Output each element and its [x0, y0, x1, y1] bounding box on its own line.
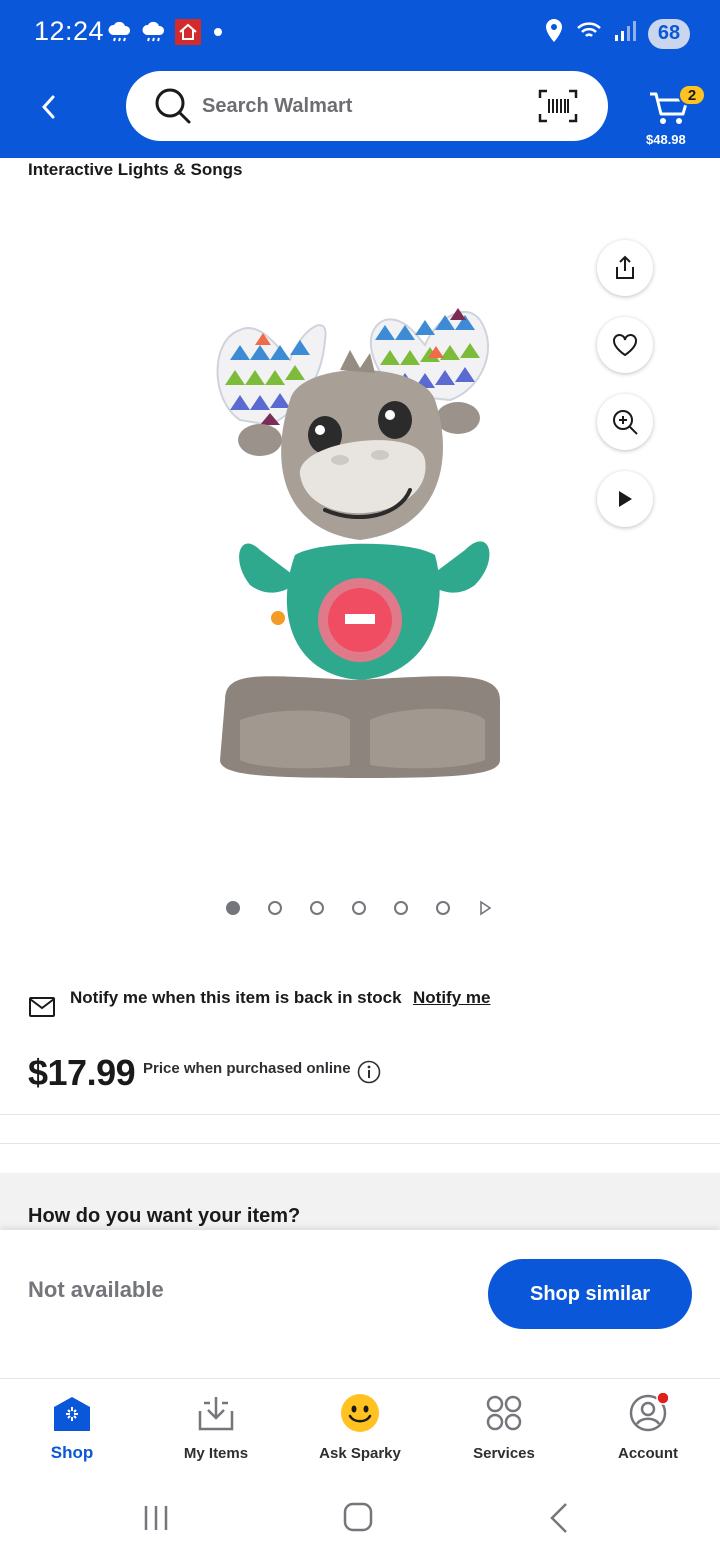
- search-input[interactable]: Search Walmart: [202, 95, 352, 118]
- product-page: 12:24 68 Search Walmart 2 $48.98 Interac…: [0, 0, 720, 1560]
- favorite-button[interactable]: [597, 317, 653, 373]
- tab-my-items[interactable]: My Items: [144, 1379, 288, 1477]
- gallery-dot[interactable]: [352, 901, 366, 915]
- dot-icon: [214, 28, 222, 36]
- tab-label: Shop: [50, 1443, 94, 1462]
- fulfillment-heading: How do you want your item?: [28, 1205, 301, 1227]
- status-notifications: [106, 18, 222, 46]
- zoom-in-icon: [613, 410, 638, 435]
- notify-row: Notify me when this item is back in stoc…: [28, 988, 708, 1028]
- tab-label: Ask Sparky: [319, 1445, 401, 1462]
- play-icon: [619, 491, 632, 507]
- system-nav-bar: [0, 1476, 720, 1560]
- gallery-dot[interactable]: [268, 901, 282, 915]
- home-icon[interactable]: [338, 1500, 378, 1536]
- notify-text: Notify me when this item is back in stoc…: [70, 988, 402, 1007]
- home-alert-icon: [174, 18, 202, 46]
- back-button[interactable]: [30, 88, 68, 126]
- status-system-icons: 68: [544, 18, 690, 49]
- tab-services[interactable]: Services: [432, 1379, 576, 1477]
- bottom-tab-bar: Shop My Items Ask Sparky Services Accoun…: [0, 1378, 720, 1476]
- account-icon: [629, 1393, 668, 1432]
- sparky-icon: [341, 1394, 379, 1432]
- battery-icon: 68: [648, 18, 690, 49]
- back-nav-icon[interactable]: [540, 1500, 580, 1536]
- tab-ask-sparky[interactable]: Ask Sparky: [288, 1379, 432, 1477]
- gallery-dot[interactable]: [226, 901, 240, 915]
- moose-body: [239, 541, 490, 680]
- price-note: Price when purchased online: [143, 1060, 351, 1077]
- tab-account[interactable]: Account: [576, 1379, 720, 1477]
- gallery-dot[interactable]: [310, 901, 324, 915]
- cart-button[interactable]: 2 $48.98: [640, 82, 706, 152]
- share-button[interactable]: [597, 240, 653, 296]
- status-bar: 12:24 68: [0, 0, 720, 66]
- tab-label: Services: [473, 1445, 535, 1462]
- info-icon[interactable]: [357, 1060, 381, 1084]
- recent-apps-icon[interactable]: [136, 1500, 176, 1536]
- availability-status: Not available: [28, 1277, 164, 1302]
- divider: [0, 1143, 720, 1144]
- moose-base: [220, 676, 500, 778]
- notify-me-link[interactable]: Notify me: [413, 988, 490, 1008]
- status-time: 12:24: [34, 16, 105, 46]
- my-items-icon: [198, 1397, 234, 1431]
- tab-label: Account: [618, 1445, 678, 1462]
- cart-total: $48.98: [646, 132, 686, 147]
- tab-shop[interactable]: Shop: [0, 1379, 144, 1477]
- rain-cloud-icon: [106, 18, 134, 46]
- product-image[interactable]: [200, 300, 520, 790]
- tab-label: My Items: [183, 1445, 249, 1462]
- gallery-next-icon[interactable]: [478, 900, 492, 916]
- shop-icon: [54, 1397, 90, 1431]
- gallery-indicator: [226, 900, 492, 916]
- signal-icon: [614, 19, 636, 48]
- gallery-dot[interactable]: [436, 901, 450, 915]
- share-icon: [616, 255, 634, 279]
- shop-similar-button[interactable]: Shop similar: [488, 1259, 692, 1329]
- wifi-icon: [576, 19, 602, 48]
- product-subtitle: Interactive Lights & Songs: [28, 160, 243, 179]
- gallery-dot[interactable]: [394, 901, 408, 915]
- mail-icon: [29, 997, 55, 1017]
- product-price: $17.99: [28, 1052, 136, 1093]
- divider: [0, 1114, 720, 1115]
- video-button[interactable]: [597, 471, 653, 527]
- zoom-button[interactable]: [597, 394, 653, 450]
- services-icon: [486, 1395, 522, 1431]
- cart-count-badge: 2: [678, 84, 706, 106]
- heart-icon: [613, 334, 637, 357]
- search-icon: [155, 88, 191, 124]
- rain-cloud-icon: [140, 18, 168, 46]
- app-header: 12:24 68 Search Walmart 2 $48.98: [0, 0, 720, 158]
- chevron-left-icon: [41, 95, 55, 119]
- search-bar[interactable]: Search Walmart: [126, 71, 608, 141]
- barcode-scan-icon[interactable]: [538, 89, 578, 123]
- location-icon: [544, 18, 564, 49]
